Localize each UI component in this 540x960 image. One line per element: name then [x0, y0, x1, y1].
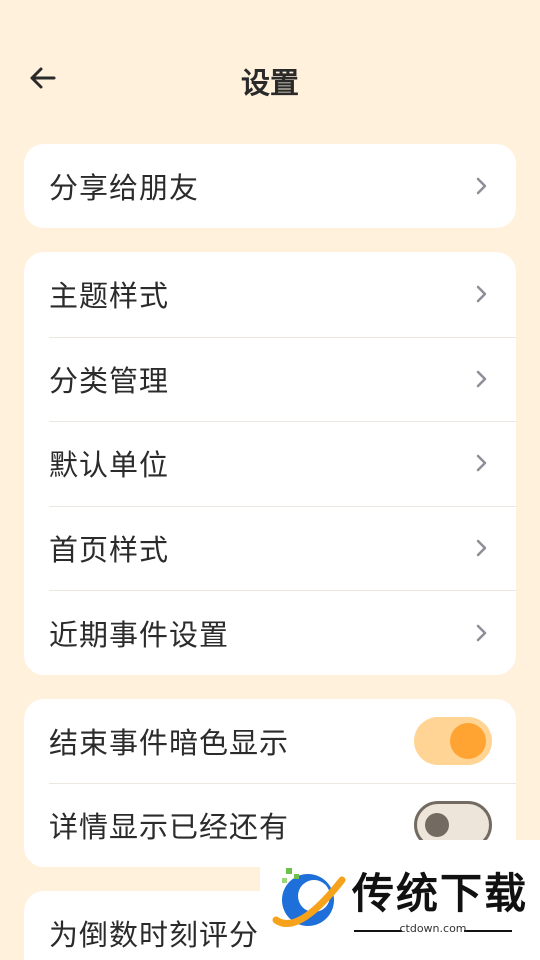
chevron-right-icon: [476, 286, 487, 303]
ended-events-dark-toggle[interactable]: [414, 717, 492, 765]
watermark: 传统下载 ctdown.com: [260, 840, 540, 960]
theme-style-item[interactable]: 主题样式: [24, 252, 516, 337]
recent-events-settings-item[interactable]: 近期事件设置: [24, 590, 516, 675]
general-settings-card: 主题样式 分类管理 默认单位 首页样式 近期事件设置: [24, 252, 516, 675]
chevron-right-icon: [476, 177, 487, 195]
default-unit-item[interactable]: 默认单位: [24, 421, 516, 506]
category-management-label: 分类管理: [49, 363, 170, 398]
default-unit-label: 默认单位: [49, 448, 170, 483]
ended-events-dark-item: 结束事件暗色显示: [24, 699, 516, 783]
toggle-knob: [425, 813, 449, 837]
share-to-friends-item[interactable]: 分享给朋友: [24, 144, 516, 228]
watermark-title: 传统下载: [352, 869, 529, 918]
page-title: 设置: [240, 66, 299, 100]
app-header: 设置: [0, 0, 540, 140]
share-card: 分享给朋友: [24, 144, 516, 228]
toggle-knob: [450, 723, 486, 759]
chevron-right-icon: [476, 624, 487, 641]
category-management-item[interactable]: 分类管理: [24, 336, 516, 422]
theme-style-label: 主题样式: [49, 279, 170, 314]
chevron-right-icon: [476, 455, 487, 472]
home-style-item[interactable]: 首页样式: [24, 505, 516, 591]
recent-events-settings-label: 近期事件设置: [49, 617, 230, 652]
watermark-logo-icon: [272, 868, 346, 928]
ended-events-dark-label: 结束事件暗色显示: [49, 726, 290, 760]
home-style-label: 首页样式: [49, 533, 170, 568]
chevron-right-icon: [476, 370, 487, 388]
chevron-right-icon: [476, 539, 487, 557]
detail-show-elapsed-label: 详情显示已经还有: [49, 810, 290, 844]
rate-app-label: 为倒数时刻评分: [49, 918, 260, 953]
watermark-subtitle: ctdown.com: [399, 922, 467, 935]
share-to-friends-label: 分享给朋友: [49, 171, 200, 205]
